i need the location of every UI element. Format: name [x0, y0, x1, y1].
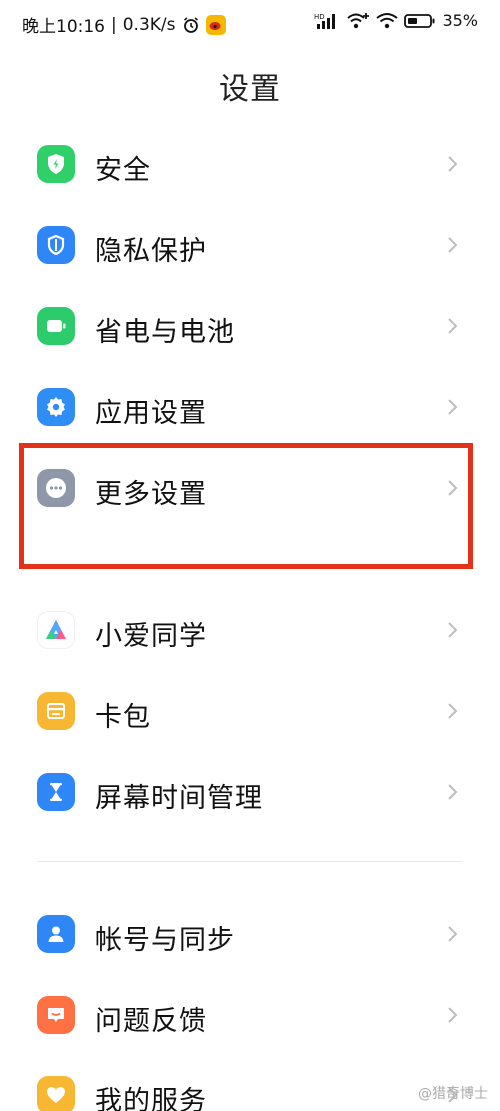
- alarm-icon: [182, 16, 200, 34]
- status-separator: |: [111, 14, 117, 35]
- settings-item-label: 应用设置: [95, 398, 207, 429]
- chevron-right-icon: [448, 318, 458, 334]
- wallet-icon: [37, 692, 75, 730]
- status-bar: 晚上10:16 | 0.3K/s HD 35%: [0, 0, 500, 44]
- settings-item-label: 帐号与同步: [95, 925, 235, 956]
- hd-badge: HD: [314, 13, 325, 21]
- privacy-icon: [37, 226, 75, 264]
- heart-icon: [37, 1076, 75, 1111]
- battery-icon: [37, 307, 75, 345]
- settings-item-app-settings[interactable]: 应用设置: [0, 367, 500, 447]
- chevron-right-icon: [448, 156, 458, 172]
- settings-item-battery[interactable]: 省电与电池: [0, 286, 500, 366]
- xiaoai-icon: [37, 611, 75, 649]
- settings-item-label: 屏幕时间管理: [95, 783, 263, 814]
- settings-page: 晚上10:16 | 0.3K/s HD 35% 设置 安全 隐私保护 省电与电池…: [0, 0, 500, 1111]
- settings-item-label: 省电与电池: [95, 317, 235, 348]
- chevron-right-icon: [448, 399, 458, 415]
- status-right: HD 35%: [314, 11, 478, 30]
- settings-item-security[interactable]: 安全: [0, 124, 500, 204]
- battery-percent: 35%: [442, 11, 478, 30]
- chevron-right-icon: [448, 1007, 458, 1023]
- settings-item-xiaoai[interactable]: 小爱同学: [0, 590, 500, 670]
- hourglass-icon: [37, 773, 75, 811]
- settings-item-screen-time[interactable]: 屏幕时间管理: [0, 752, 500, 832]
- chevron-right-icon: [448, 926, 458, 942]
- chevron-right-icon: [448, 703, 458, 719]
- settings-item-label: 小爱同学: [95, 621, 207, 652]
- chevron-right-icon: [448, 622, 458, 638]
- status-speed: 0.3K/s: [122, 14, 176, 35]
- settings-item-wallet[interactable]: 卡包: [0, 671, 500, 751]
- status-time: 晚上10:16: [22, 17, 105, 37]
- status-left: 晚上10:16 | 0.3K/s: [22, 12, 226, 37]
- battery-status-icon: [404, 13, 436, 29]
- section-divider: [37, 861, 463, 862]
- watermark: @猎奇博士: [418, 1086, 488, 1102]
- settings-item-label: 我的服务: [95, 1086, 207, 1111]
- feedback-icon: [37, 996, 75, 1034]
- settings-item-label: 问题反馈: [95, 1006, 207, 1037]
- account-icon: [37, 915, 75, 953]
- gear-icon: [37, 388, 75, 426]
- settings-item-feedback[interactable]: 问题反馈: [0, 975, 500, 1055]
- settings-item-privacy[interactable]: 隐私保护: [0, 205, 500, 285]
- chevron-right-icon: [448, 237, 458, 253]
- page-title: 设置: [219, 72, 281, 107]
- weibo-icon: [205, 14, 226, 35]
- settings-item-account-sync[interactable]: 帐号与同步: [0, 894, 500, 974]
- chevron-right-icon: [448, 784, 458, 800]
- wifi-plus-icon: [346, 12, 370, 30]
- shield-icon: [37, 145, 75, 183]
- signal-icon: HD: [314, 12, 340, 30]
- settings-item-label: 卡包: [95, 702, 151, 733]
- settings-item-label: 隐私保护: [95, 236, 207, 267]
- settings-item-label: 安全: [95, 155, 151, 186]
- highlight-box: [19, 443, 473, 569]
- wifi-icon: [376, 12, 399, 30]
